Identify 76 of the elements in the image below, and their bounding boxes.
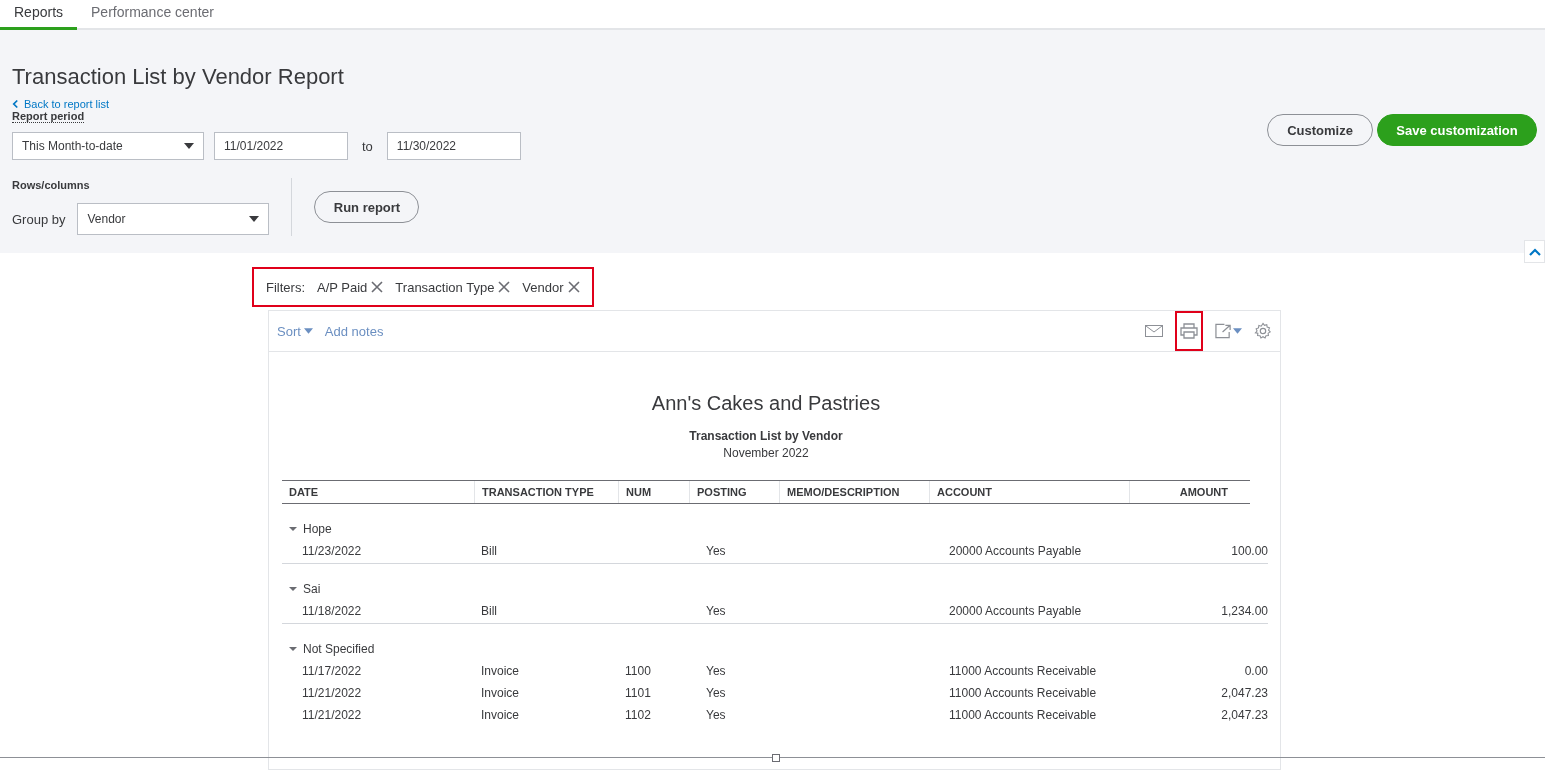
caret-down-icon [303, 328, 313, 334]
back-link[interactable]: Back to report list [12, 98, 521, 110]
caret-down-icon [184, 143, 194, 149]
table-cell-text: Invoice [480, 664, 521, 678]
table-cell-text: Yes [705, 708, 727, 722]
table-cell-text: Yes [705, 664, 727, 678]
end-date-field[interactable]: 11/30/2022 [386, 132, 521, 160]
report-period-dropdown[interactable]: This Month-to-date [12, 132, 204, 160]
table-cell-text: 11/17/2022 [301, 664, 363, 678]
group-by-dropdown[interactable]: Vendor [77, 203, 270, 235]
table-cell-text: 1102 [624, 708, 652, 722]
filters-label: Filters: [266, 279, 305, 295]
table-cell-text: 11000 Accounts Receivable [948, 664, 1098, 678]
table-cell-text: 20000 Accounts Payable [948, 544, 1083, 558]
table-cell-text: Bill [480, 544, 498, 558]
table-cell-text: 2,047.23 [1220, 686, 1268, 700]
column-header: TRANSACTION TYPE [474, 481, 618, 503]
table-cell-text: 11/18/2022 [301, 604, 363, 618]
table-cell-text: 1,234.00 [1220, 604, 1268, 618]
table-cell-text: 0.00 [1243, 664, 1268, 678]
export-dropdown[interactable] [1215, 323, 1242, 339]
page-title: Transaction List by Vendor Report [12, 64, 345, 90]
column-header: AMOUNT [1129, 481, 1250, 503]
close-icon[interactable] [371, 281, 384, 293]
to-label: to [362, 138, 373, 154]
tab[interactable]: Performance center [77, 0, 228, 28]
caret-down-icon [1233, 328, 1242, 334]
table-cell-text: Invoice [480, 708, 521, 722]
export-icon [1215, 323, 1232, 339]
report-title: Transaction List by Vendor [688, 429, 844, 443]
scroll-up-button[interactable] [1524, 240, 1545, 263]
caret-down-icon [289, 585, 297, 593]
close-icon[interactable] [567, 281, 580, 293]
table-cell-text: 11/21/2022 [301, 686, 363, 700]
column-header: NUM [618, 481, 689, 503]
close-icon[interactable] [498, 281, 511, 293]
table-cell-text: Yes [705, 544, 727, 558]
caret-down-icon [249, 216, 260, 222]
email-icon[interactable] [1145, 325, 1163, 337]
rows-columns-label: Rows/columns [12, 179, 91, 191]
table-cell-text: 11/21/2022 [301, 708, 363, 722]
print-icon[interactable] [1180, 323, 1198, 339]
table-cell-text: Invoice [480, 686, 521, 700]
report-period: November 2022 [722, 446, 810, 460]
group-row[interactable]: Not Specified [282, 638, 1250, 660]
group-row[interactable]: Hope [282, 518, 1250, 540]
chevron-left-icon [12, 99, 19, 109]
chevron-up-icon [1528, 247, 1541, 256]
resize-handle-icon[interactable] [772, 754, 780, 762]
start-date-field[interactable]: 11/01/2022 [214, 132, 348, 160]
settings-icon[interactable] [1254, 322, 1272, 340]
filter-tag: Vendor [522, 279, 564, 295]
group-by-label: Group by [12, 211, 66, 227]
column-header: MEMO/DESCRIPTION [779, 481, 929, 503]
table-cell-text: 2,047.23 [1220, 708, 1268, 722]
table-cell-text: 11/23/2022 [301, 544, 363, 558]
table-cell-text: 100.00 [1230, 544, 1268, 558]
company-name: Ann's Cakes and Pastries [650, 392, 882, 415]
column-header: ACCOUNT [929, 481, 1129, 503]
filter-tag: Transaction Type [395, 279, 495, 295]
caret-down-icon [289, 525, 297, 533]
filter-tag: A/P Paid [317, 279, 368, 295]
table-cell-text: 1101 [624, 686, 652, 700]
table-cell-text: 1100 [624, 664, 652, 678]
table-cell-text: 11000 Accounts Receivable [948, 708, 1098, 722]
column-header: POSTING [689, 481, 779, 503]
table-cell-text: Bill [480, 604, 498, 618]
caret-down-icon [289, 645, 297, 653]
table-cell-text: Yes [705, 686, 727, 700]
table-cell-text: 11000 Accounts Receivable [948, 686, 1098, 700]
table-cell-text: Yes [705, 604, 727, 618]
group-row[interactable]: Sai [282, 578, 1250, 600]
table-cell-text: 20000 Accounts Payable [948, 604, 1083, 618]
add-notes-link[interactable]: Add notes [324, 323, 384, 339]
column-header: DATE [288, 485, 320, 500]
report-period-label: Report period [12, 110, 85, 123]
